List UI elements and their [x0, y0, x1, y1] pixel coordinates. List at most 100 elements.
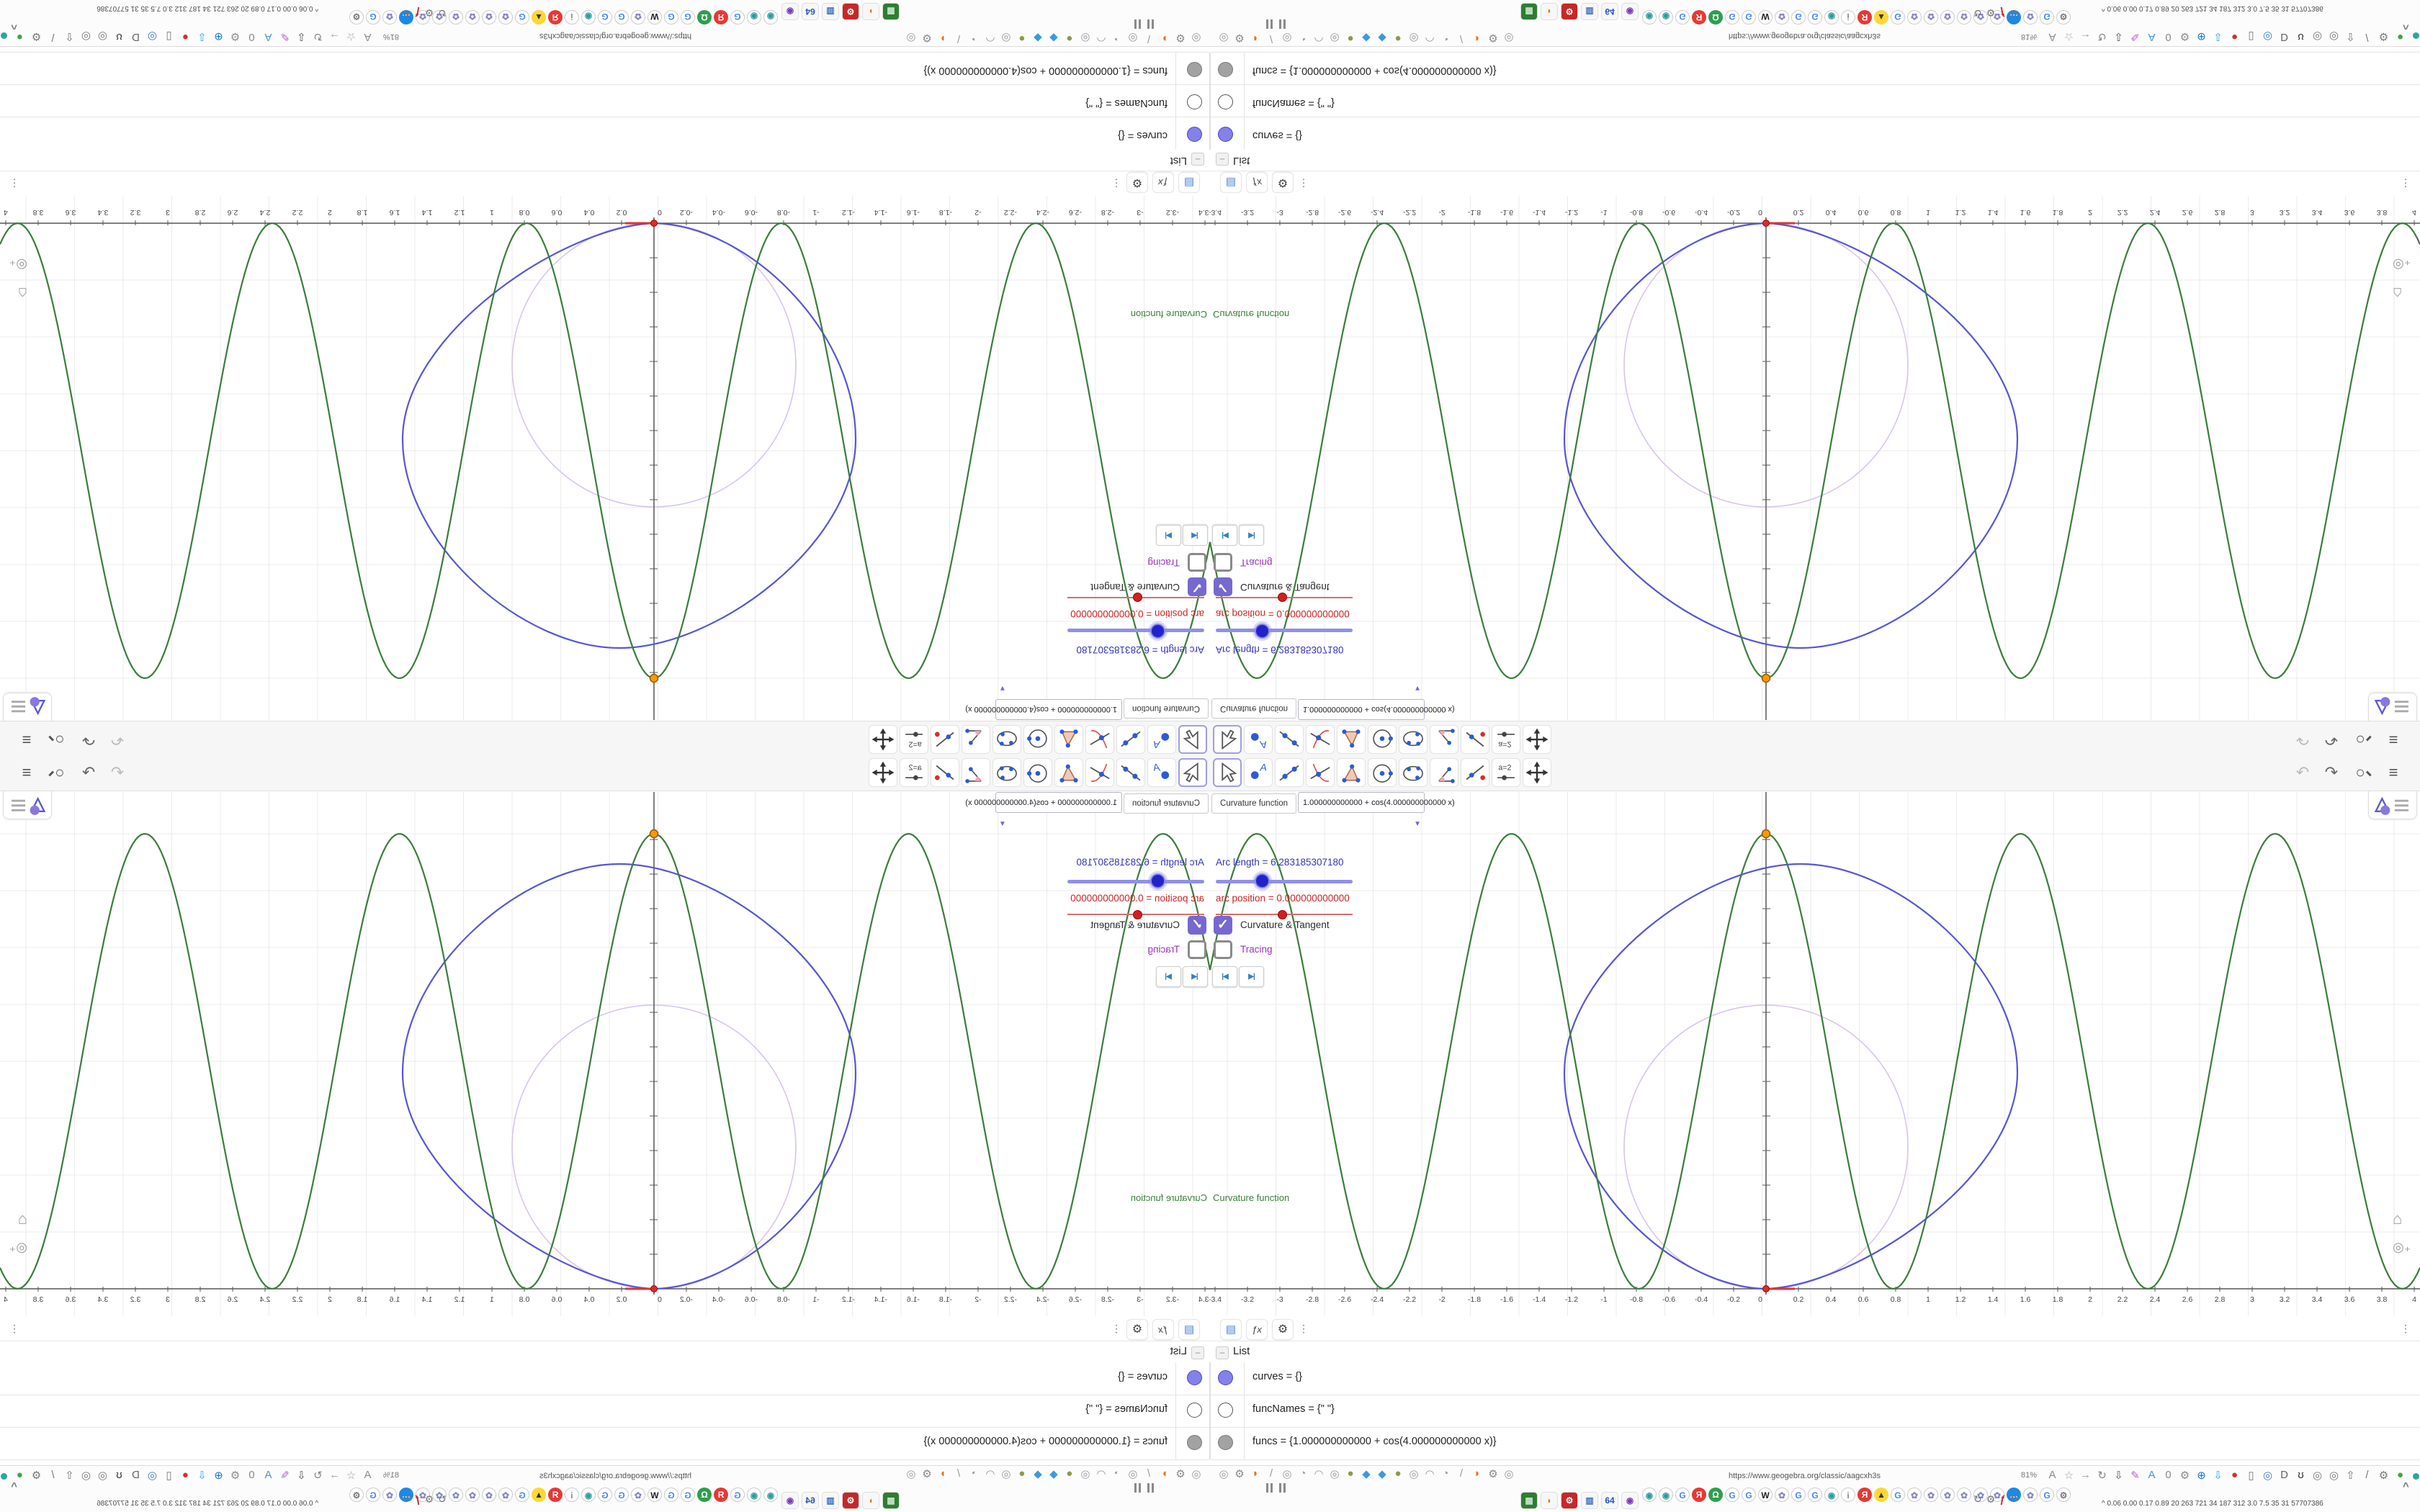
down-circle-icon[interactable]: ⇩ [2210, 1469, 2226, 1482]
arrow-right-icon[interactable]: → [326, 31, 343, 43]
tab-favicon-google[interactable]: G [1891, 10, 1905, 24]
tab-favicon-google[interactable]: G [730, 1488, 745, 1502]
tab-favicon[interactable]: ◉ [1824, 1488, 1839, 1502]
green-dot-icon[interactable]: ● [12, 1469, 28, 1481]
tool-intersect-curves[interactable] [1306, 725, 1335, 754]
search-icon[interactable]: ○ [48, 729, 72, 750]
crayon-icon[interactable]: ✎ [277, 30, 293, 43]
firefox-icon[interactable]: ◗ [1247, 32, 1263, 45]
globe-icon[interactable]: ◎ [78, 30, 94, 43]
record-icon[interactable]: ● [2226, 31, 2243, 43]
algebra-view-tab[interactable] [3, 791, 52, 819]
refresh-icon[interactable]: ↻ [310, 1469, 326, 1482]
tab-favicon-info[interactable]: i [565, 1488, 579, 1502]
tab-favicon-google[interactable]: G [614, 10, 629, 24]
globe-icon[interactable]: ◎ [1327, 1467, 1343, 1480]
tab-favicon-wikipedia[interactable]: W [1758, 1488, 1773, 1502]
tool-intersect-curves[interactable] [1085, 725, 1114, 754]
tab-favicon-flower[interactable]: ✿ [1907, 1488, 1922, 1502]
plus-circle-icon[interactable]: ⊕ [210, 1469, 227, 1482]
wrench-icon[interactable]: / [1263, 1467, 1279, 1480]
tab-favicon[interactable]: ◉ [763, 1488, 778, 1502]
terminal-book-icon[interactable]: ▦ [883, 4, 899, 19]
globe-icon[interactable]: ◎ [903, 32, 919, 45]
arc-icon[interactable]: ◠ [1311, 1467, 1327, 1480]
tab-favicon[interactable]: ◉ [747, 1488, 761, 1502]
globe-icon[interactable]: ◎ [2259, 30, 2276, 43]
firefox-icon[interactable]: ◗ [863, 1493, 879, 1508]
tab-favicon-google[interactable]: G [515, 1488, 529, 1502]
tab-favicon-wikipedia[interactable]: W [1758, 10, 1773, 24]
tab-favicon-google[interactable]: G [730, 10, 745, 24]
shield-d-icon[interactable]: D [127, 31, 144, 43]
tab-favicon-google[interactable]: G [2040, 1488, 2054, 1502]
arc-icon[interactable]: ◠ [982, 32, 998, 45]
firefox-icon[interactable]: ◗ [935, 32, 951, 45]
skip-to-end-button[interactable]: ▶| [1156, 525, 1181, 546]
tab-favicon-flower[interactable]: ✿ [1924, 1488, 1938, 1502]
curvature-value-point[interactable] [649, 673, 659, 683]
shield-d-icon[interactable]: D [2276, 31, 2293, 43]
target-icon[interactable]: ◎ [2309, 30, 2326, 43]
floppy-64-icon[interactable]: 64 [802, 4, 818, 19]
undo-icon[interactable]: ↶ [2290, 762, 2315, 783]
globe-icon[interactable]: ◎ [1406, 32, 1422, 45]
translate-blue-icon[interactable]: A [260, 1469, 277, 1481]
kebab-icon[interactable]: ⋮ [9, 172, 20, 193]
thumb-up-icon[interactable]: ⇧ [2342, 1469, 2359, 1482]
tab-favicon-image[interactable]: ▲ [1874, 1488, 1888, 1502]
tab-favicon-image[interactable]: ▲ [1874, 10, 1888, 24]
curvature-tangent-checkbox[interactable]: ✓ [1214, 577, 1232, 596]
redo-icon[interactable]: ↷ [76, 729, 101, 750]
arc-length-slider[interactable] [1067, 880, 1204, 883]
visibility-toggle[interactable] [1187, 127, 1202, 142]
fx-icon[interactable]: ƒx [1152, 172, 1174, 193]
tab-favicon-octopus[interactable]: Ω [697, 10, 712, 24]
red-gear-icon[interactable]: ⚙ [843, 1493, 859, 1508]
gauge-icon[interactable]: ◔ [1438, 32, 1453, 45]
download-icon[interactable]: ⇩ [2110, 30, 2127, 43]
gear-icon[interactable]: ⚙ [227, 30, 243, 43]
fx-icon[interactable]: ƒx [1152, 1319, 1174, 1340]
tool-angle[interactable] [962, 758, 990, 787]
refresh-icon[interactable]: ↻ [398, 7, 411, 19]
zoom-magnifier-icon[interactable]: ◎₊ [9, 1240, 27, 1255]
arc-position-point[interactable] [1762, 1285, 1770, 1292]
olive-dot-icon[interactable]: ● [1390, 1467, 1406, 1480]
crayon-icon[interactable]: ✎ [2127, 30, 2143, 43]
kebab-icon[interactable]: ⋮ [9, 1319, 20, 1340]
kebab-icon[interactable]: ⋮ [2400, 1319, 2411, 1340]
algebra-view-tab[interactable] [2368, 693, 2417, 721]
olive-dot-icon[interactable]: ● [1343, 32, 1358, 45]
tool-conic-five-points[interactable] [992, 725, 1021, 754]
tab-favicon-yandex[interactable]: Я [1857, 10, 1872, 24]
arc-icon[interactable]: ◠ [1093, 1467, 1109, 1480]
tab-favicon-flower[interactable]: ✿ [1940, 10, 1955, 24]
menu-icon[interactable]: ≡ [2381, 762, 2406, 783]
water-drop-icon[interactable]: ◆ [1046, 32, 1062, 45]
down-circle-icon[interactable]: ⇩ [2210, 30, 2226, 43]
globe-icon[interactable]: ◎ [1216, 1467, 1232, 1480]
tab-favicon-yandex[interactable]: Я [1857, 1488, 1872, 1502]
tool-conic-five-points[interactable] [992, 758, 1021, 787]
kebab-icon[interactable]: ⋮ [1298, 172, 1309, 193]
tab-favicon-google[interactable]: G [664, 1488, 678, 1502]
download-icon[interactable]: ⇩ [293, 30, 310, 43]
target-icon[interactable]: ◎ [94, 30, 111, 43]
tool-slider-tool[interactable]: a=2 [900, 758, 928, 787]
graphics-view[interactable]: -3.4 -3.2 -3 -2.8 -2.6 -2.4 -2.2 -2 -1.8 -1.6 -1.4… [1210, 756, 2420, 1318]
floppy-64-icon[interactable]: 64 [1602, 1493, 1618, 1508]
tab-favicon-image[interactable]: ▲ [532, 10, 546, 24]
refresh-icon[interactable]: ↻ [2009, 1493, 2022, 1505]
curvature-value-point[interactable] [1761, 829, 1771, 839]
tab-favicon-google[interactable]: G [515, 10, 529, 24]
tab-favicon-flower[interactable]: ✿ [2023, 1488, 2038, 1502]
tab-favicon-google[interactable]: G [1791, 10, 1806, 24]
gauge-icon[interactable]: ◔ [967, 1467, 982, 1480]
target-icon[interactable]: ◎ [94, 1469, 111, 1482]
green-dot-icon[interactable]: ● [2392, 1469, 2408, 1481]
globe-icon[interactable]: ◎ [1077, 1467, 1093, 1480]
kebab-icon[interactable]: ⋮ [1298, 1319, 1309, 1340]
capsule-icon[interactable]: 0 [243, 31, 260, 43]
monitor-icon[interactable]: ▥ [823, 4, 838, 19]
